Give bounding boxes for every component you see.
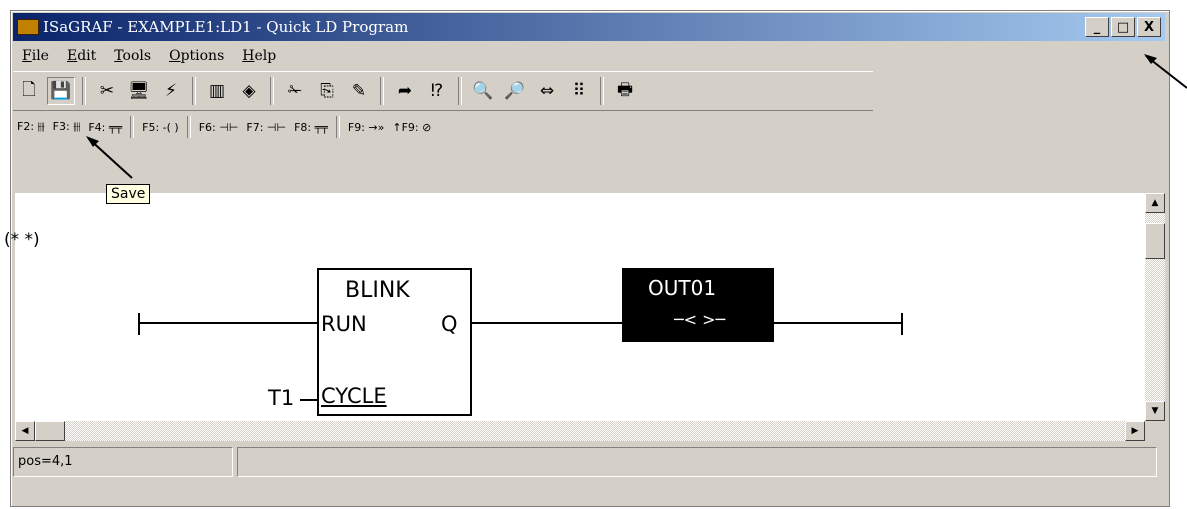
app-window: ISaGRAF - EXAMPLE1:LD1 - Quick LD Progra… [10, 10, 1170, 507]
menu-options[interactable]: Options [160, 48, 233, 64]
menu-tools[interactable]: Tools [105, 48, 160, 64]
toolbar-separator [458, 77, 462, 105]
status-message [237, 447, 1157, 477]
left-power-rail [138, 313, 140, 335]
main-toolbar: 🗋 💾 ✂ 🖥 ⚡ ▥ ◈ ✁ ⎘ ✎ ➦ ⁉ 🔍 🔎 ⇔ ⠿ 🖶 [13, 71, 873, 111]
key-shift-f9[interactable]: ↑F9: ⊘ [388, 121, 435, 134]
paste-icon[interactable]: ✎ [345, 77, 373, 105]
key-f9[interactable]: F9: →» [344, 121, 388, 134]
window-title: ISaGRAF - EXAMPLE1:LD1 - Quick LD Progra… [43, 18, 409, 36]
toolbar-separator [82, 77, 86, 105]
vertical-scrollbar[interactable]: ▲ ▼ [1145, 193, 1165, 421]
close-button[interactable]: X [1137, 17, 1161, 37]
window-controls: _ □ X [1085, 17, 1161, 37]
blink-function-block[interactable]: BLINK RUN Q CYCLE [317, 268, 472, 416]
key-f2[interactable]: F2: ⫲⫲ [13, 120, 49, 134]
grid-icon[interactable]: ⠿ [565, 77, 593, 105]
key-f4[interactable]: F4: ╤╤ [84, 121, 126, 134]
scroll-left-button[interactable]: ◀ [15, 421, 35, 441]
cycle-variable[interactable]: T1 [268, 386, 294, 410]
right-power-rail [901, 313, 903, 335]
scissors-icon[interactable]: ✁ [281, 77, 309, 105]
scroll-right-button[interactable]: ▶ [1125, 421, 1145, 441]
save-tooltip: Save [106, 184, 151, 204]
status-position: pos=4,1 [13, 447, 233, 477]
toolbar-separator [192, 77, 196, 105]
print-icon[interactable]: 🖶 [611, 77, 639, 105]
menu-bar: File Edit Tools Options Help [13, 43, 1165, 69]
cut-tool-icon[interactable]: ✂ [93, 77, 121, 105]
input-cycle-label: CYCLE [321, 384, 387, 408]
horizontal-scroll-thumb[interactable] [35, 421, 65, 441]
scroll-up-button[interactable]: ▲ [1145, 193, 1165, 213]
copy-icon[interactable]: ⎘ [313, 77, 341, 105]
out01-coil[interactable]: OUT01 ─< >─ [622, 268, 774, 342]
keybar-separator [335, 116, 340, 138]
title-bar[interactable]: ISaGRAF - EXAMPLE1:LD1 - Quick LD Progra… [13, 13, 1165, 41]
network-icon[interactable]: ⚡ [157, 77, 185, 105]
horizontal-scrollbar[interactable]: ◀ ▶ [15, 421, 1145, 441]
toolbar-separator [600, 77, 604, 105]
toolbar-separator [380, 77, 384, 105]
coil-wire [774, 322, 902, 324]
output-q-label: Q [441, 312, 458, 336]
status-bar: pos=4,1 [13, 447, 1165, 481]
rung-comment: (* *) [4, 230, 40, 250]
search-replace-icon[interactable]: ⁉ [423, 77, 451, 105]
key-f7[interactable]: F7: ⊣⊢ [242, 121, 290, 134]
toolbar-separator [270, 77, 274, 105]
zoom-in-icon[interactable]: 🔎 [501, 77, 529, 105]
zoom-out-icon[interactable]: 🔍 [469, 77, 497, 105]
key-f8[interactable]: F8: ╤╤ [290, 121, 332, 134]
coil-name: OUT01 [648, 276, 717, 300]
key-f6[interactable]: F6: ⊣⊢ [195, 121, 243, 134]
input-run-label: RUN [321, 312, 367, 336]
function-key-bar: F2: ⫲⫲ F3: ⫲⫲ F4: ╤╤ F5: -( ) F6: ⊣⊢ F7:… [13, 112, 753, 142]
ld-canvas[interactable] [15, 193, 1145, 421]
diamond-icon[interactable]: ◈ [235, 77, 263, 105]
goto-icon[interactable]: ➦ [391, 77, 419, 105]
maximize-button[interactable]: □ [1111, 17, 1135, 37]
scroll-down-button[interactable]: ▼ [1145, 401, 1165, 421]
menu-file[interactable]: File [13, 48, 58, 64]
monitor-icon[interactable]: 🖥 [125, 77, 153, 105]
keybar-separator [130, 116, 135, 138]
block-name: BLINK [345, 278, 410, 303]
minimize-button[interactable]: _ [1085, 17, 1109, 37]
coil-symbol: ─< >─ [674, 310, 726, 329]
keybar-separator [186, 116, 191, 138]
menu-help[interactable]: Help [233, 48, 285, 64]
new-icon[interactable]: 🗋 [15, 77, 43, 105]
resize-icon[interactable]: ⇔ [533, 77, 561, 105]
menu-edit[interactable]: Edit [58, 48, 105, 64]
save-icon[interactable]: 💾 [47, 77, 75, 105]
vertical-scroll-thumb[interactable] [1145, 223, 1165, 259]
library-icon[interactable]: ▥ [203, 77, 231, 105]
app-icon[interactable] [17, 19, 39, 35]
q-wire [472, 322, 622, 324]
key-f3[interactable]: F3: ⫲⫲ [49, 120, 85, 134]
run-wire [138, 322, 317, 324]
key-f5[interactable]: F5: -( ) [138, 121, 183, 134]
cycle-wire [300, 399, 317, 401]
